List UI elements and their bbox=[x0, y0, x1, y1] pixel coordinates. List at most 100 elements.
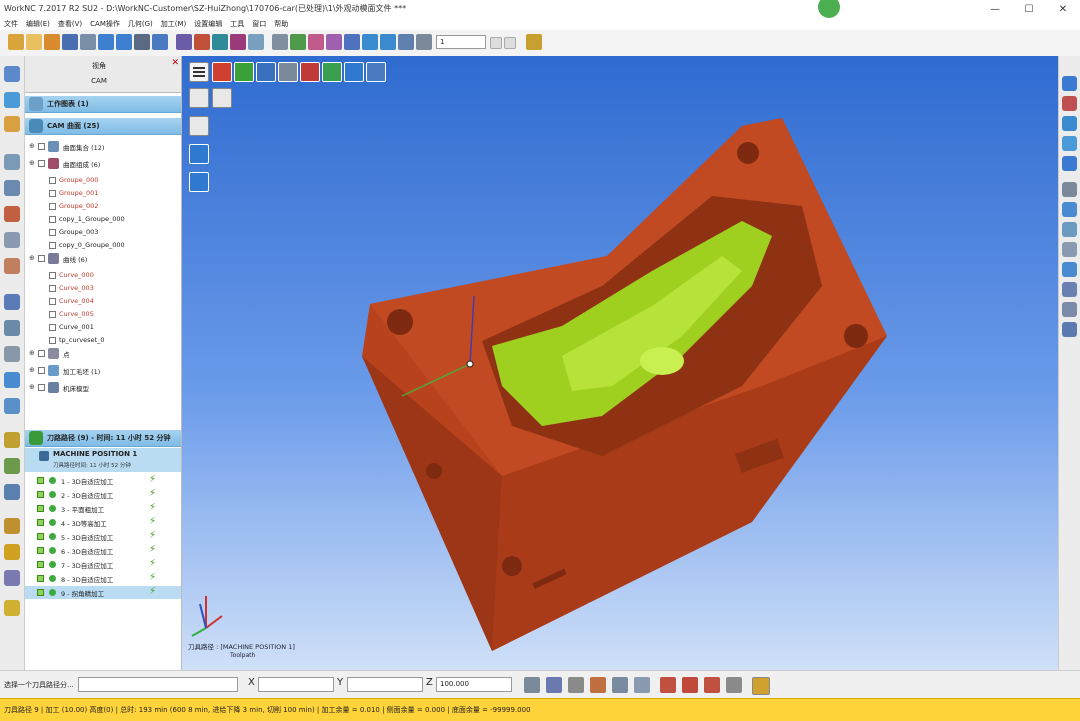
pick-end-icon[interactable] bbox=[568, 677, 584, 693]
sketch-tool-icon[interactable] bbox=[4, 116, 20, 132]
zoom-decrease-button[interactable] bbox=[490, 37, 502, 49]
layer-icon[interactable] bbox=[1062, 116, 1077, 131]
tree-group-row[interactable]: ⊕ 曲面集合 (12) bbox=[25, 140, 181, 153]
tree-group-row[interactable]: ⊕ 点 bbox=[25, 347, 181, 360]
expand-icon[interactable]: ⊕ bbox=[29, 384, 36, 391]
undo-icon[interactable] bbox=[98, 34, 114, 50]
confirm-icon[interactable] bbox=[752, 677, 770, 695]
tree-item-row[interactable]: Groupe_001 bbox=[25, 187, 181, 200]
tree-group-row[interactable]: ⊕ 曲线 (6) bbox=[25, 252, 181, 265]
item-checkbox[interactable] bbox=[49, 324, 56, 331]
pick-plane-icon[interactable] bbox=[682, 677, 698, 693]
measure-icon[interactable] bbox=[308, 34, 324, 50]
expand-icon[interactable]: ⊕ bbox=[29, 143, 36, 150]
visibility-checkbox[interactable] bbox=[38, 367, 45, 374]
probe-tool-icon[interactable] bbox=[4, 294, 20, 310]
mold-model[interactable] bbox=[182, 56, 1058, 670]
report-tool-icon[interactable] bbox=[4, 484, 20, 500]
expand-icon[interactable]: ⊕ bbox=[29, 350, 36, 357]
toolpath-row[interactable]: 5 - 3D自适应加工 ⚡ bbox=[25, 530, 181, 543]
expand-icon[interactable]: ⊕ bbox=[29, 160, 36, 167]
menu-machining[interactable]: 加工(M) bbox=[161, 18, 187, 30]
menu-view[interactable]: 查看(V) bbox=[58, 18, 82, 30]
print-icon[interactable] bbox=[80, 34, 96, 50]
z-input[interactable]: 100.000 bbox=[436, 677, 512, 692]
tree-item-row[interactable]: copy_0_Groupe_000 bbox=[25, 239, 181, 252]
tree-item-row[interactable]: Groupe_003 bbox=[25, 226, 181, 239]
post-tool-icon[interactable] bbox=[4, 518, 20, 534]
pick-edge-icon[interactable] bbox=[612, 677, 628, 693]
toolpath-row[interactable]: 2 - 3D自适应加工 ⚡ bbox=[25, 488, 181, 501]
section-icon[interactable] bbox=[1062, 182, 1077, 197]
pan-icon[interactable] bbox=[380, 34, 396, 50]
visibility-checkbox[interactable] bbox=[38, 255, 45, 262]
machine-position-row[interactable]: MACHINE POSITION 1 刀具路径时间: 11 小时 52 分钟 bbox=[25, 448, 181, 472]
edge-icon[interactable] bbox=[1062, 156, 1077, 171]
toolpath-row[interactable]: 9 - 拐角精加工 ⚡ bbox=[25, 586, 181, 599]
fit-view-icon[interactable] bbox=[398, 34, 414, 50]
pick-face-icon[interactable] bbox=[634, 677, 650, 693]
view-tab[interactable]: 视角 bbox=[25, 61, 173, 71]
mill-tool-icon[interactable] bbox=[4, 320, 20, 336]
menu-help[interactable]: 帮助 bbox=[274, 18, 288, 30]
solid-tool-icon[interactable] bbox=[4, 180, 20, 196]
light-icon[interactable] bbox=[1062, 222, 1077, 237]
simulate-tool-icon[interactable] bbox=[4, 398, 20, 414]
batch-tool-icon[interactable] bbox=[4, 544, 20, 560]
toolpath-checkbox[interactable] bbox=[37, 477, 44, 484]
info-tool-icon[interactable] bbox=[4, 600, 20, 616]
pick-vertex-icon[interactable] bbox=[704, 677, 720, 693]
y-input[interactable] bbox=[347, 677, 423, 692]
pick-center-icon[interactable] bbox=[546, 677, 562, 693]
tree-item-row[interactable]: Curve_003 bbox=[25, 282, 181, 295]
settings-icon[interactable] bbox=[526, 34, 542, 50]
render-icon[interactable] bbox=[230, 34, 246, 50]
pick-grid-icon[interactable] bbox=[726, 677, 742, 693]
menu-tools[interactable]: 工具 bbox=[230, 18, 244, 30]
move-tool-icon[interactable] bbox=[4, 92, 20, 108]
analyze-icon[interactable] bbox=[1062, 262, 1077, 277]
tree-group-row[interactable]: ⊕ 机床模型 bbox=[25, 381, 181, 394]
expand-icon[interactable]: ⊕ bbox=[29, 255, 36, 262]
shade-icon[interactable] bbox=[1062, 136, 1077, 151]
pick-mid-icon[interactable] bbox=[590, 677, 606, 693]
item-checkbox[interactable] bbox=[49, 285, 56, 292]
toolpath-checkbox[interactable] bbox=[37, 561, 44, 568]
open-folder-icon[interactable] bbox=[44, 34, 60, 50]
command-input[interactable] bbox=[78, 677, 238, 692]
tree-item-row[interactable]: Curve_000 bbox=[25, 269, 181, 282]
item-checkbox[interactable] bbox=[49, 229, 56, 236]
item-checkbox[interactable] bbox=[49, 203, 56, 210]
hole-tool-icon[interactable] bbox=[4, 258, 20, 274]
toolpath-row[interactable]: 4 - 3D等高加工 ⚡ bbox=[25, 516, 181, 529]
maximize-button[interactable]: ☐ bbox=[1012, 0, 1046, 18]
menu-edit[interactable]: 编辑(E) bbox=[26, 18, 50, 30]
show-icon[interactable] bbox=[1062, 302, 1077, 317]
globe-icon[interactable] bbox=[212, 34, 228, 50]
curve-icon[interactable] bbox=[326, 34, 342, 50]
item-checkbox[interactable] bbox=[49, 177, 56, 184]
toolpath-checkbox[interactable] bbox=[37, 491, 44, 498]
cam-tab[interactable]: CAM bbox=[25, 77, 173, 85]
view-tool-icon[interactable] bbox=[4, 66, 20, 82]
new-icon[interactable] bbox=[8, 34, 24, 50]
zoom-window-icon[interactable] bbox=[416, 34, 432, 50]
tree-item-row[interactable]: Groupe_000 bbox=[25, 174, 181, 187]
zoom-level-select[interactable]: 1 bbox=[436, 35, 486, 49]
close-button[interactable]: ✕ bbox=[1046, 0, 1080, 18]
visibility-checkbox[interactable] bbox=[38, 143, 45, 150]
toolpaths-section[interactable]: 刀路路径 (9) - 时间: 11 小时 52 分钟 bbox=[25, 430, 181, 447]
tree-group-row[interactable]: ⊕ 加工毛坯 (1) bbox=[25, 364, 181, 377]
menu-window[interactable]: 窗口 bbox=[252, 18, 266, 30]
visibility-checkbox[interactable] bbox=[38, 350, 45, 357]
toolpath-checkbox[interactable] bbox=[37, 519, 44, 526]
open-icon[interactable] bbox=[26, 34, 42, 50]
item-checkbox[interactable] bbox=[49, 216, 56, 223]
hide-icon[interactable] bbox=[1062, 282, 1077, 297]
toolpath-checkbox[interactable] bbox=[37, 547, 44, 554]
surface-tool-icon[interactable] bbox=[4, 154, 20, 170]
toolpath-row[interactable]: 1 - 3D自适应加工 ⚡ bbox=[25, 474, 181, 487]
3d-viewport[interactable]: 刀具路径 : [MACHINE POSITION 1] Toolpath bbox=[182, 56, 1058, 670]
color-icon[interactable] bbox=[1062, 96, 1077, 111]
layers-icon[interactable] bbox=[134, 34, 150, 50]
